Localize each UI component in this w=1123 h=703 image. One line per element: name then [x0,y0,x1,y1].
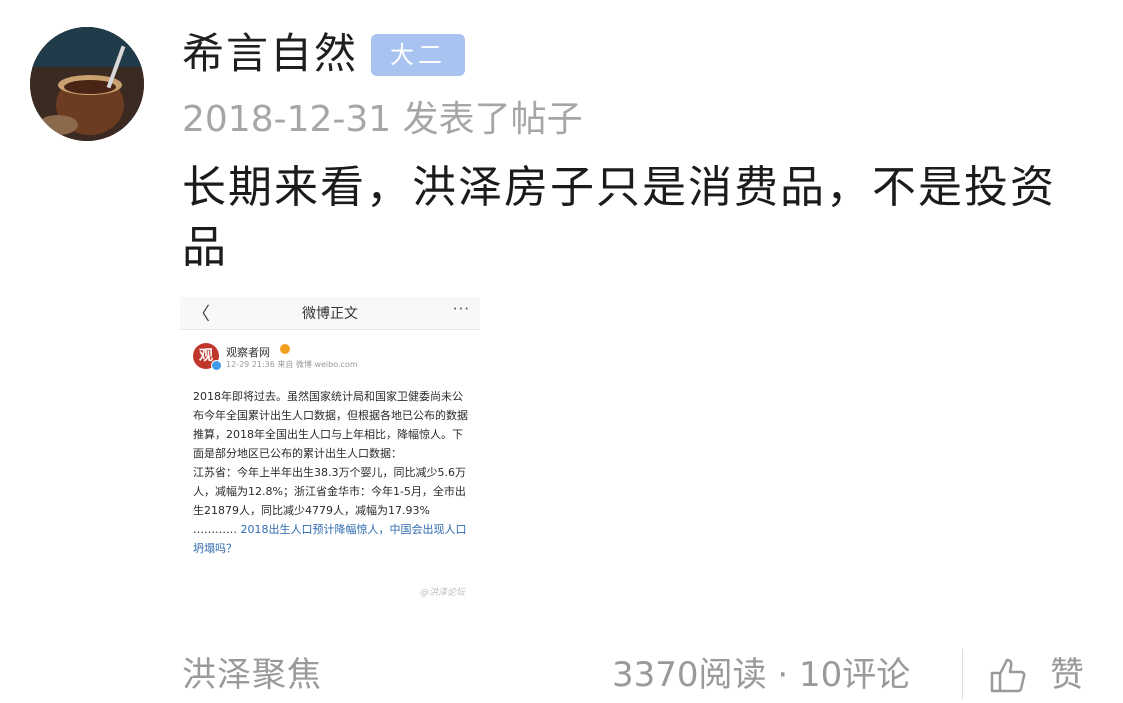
verified-icon [211,360,222,371]
weibo-link-line: ………… 2018出生人口预计降幅惊人，中国会出现人口坍塌吗？ [193,520,471,558]
weibo-paragraph-2: 江苏省：今年上半年出生38.3万个婴儿，同比减少5.6万人，减幅为12.8%；浙… [193,466,466,517]
view-comment-stats: 3370阅读 · 10评论 [612,655,911,695]
watermark: @洪泽论坛 [420,588,466,598]
account-time: 12-29 21:36 来自 微博 weibo.com [226,360,358,369]
weibo-body: 2018年即将过去。虽然国家统计局和国家卫健委尚未公布今年全国累计出生人口数据，… [193,387,471,558]
level-badge: 大二 [371,34,465,76]
account-name: 观察者网 [226,346,270,359]
post-title[interactable]: 长期来看，洪泽房子只是消费品，不是投资品 [182,158,1082,278]
author-name[interactable]: 希言自然 [182,28,358,80]
screenshot-header: 〈 微博正文 ··· [180,297,480,330]
thumbs-up-icon[interactable] [988,655,1028,695]
divider [962,649,963,699]
avatar[interactable] [30,27,144,141]
screenshot-header-title: 微博正文 [302,306,358,322]
weibo-paragraph-1: 2018年即将过去。虽然国家统计局和国家卫健委尚未公布今年全国累计出生人口数据，… [193,390,468,460]
like-label[interactable]: 赞 [1050,653,1084,697]
embedded-screenshot[interactable]: 〈 微博正文 ··· 观 观察者网 12-29 21:36 来自 微博 weib… [180,297,480,609]
ellipsis: ………… [193,523,237,536]
avatar-image [30,27,144,141]
crown-icon [280,344,290,354]
forum-name[interactable]: 洪泽聚焦 [182,653,322,697]
post-meta: 2018-12-31 发表了帖子 [182,99,583,140]
more-icon: ··· [452,300,470,318]
